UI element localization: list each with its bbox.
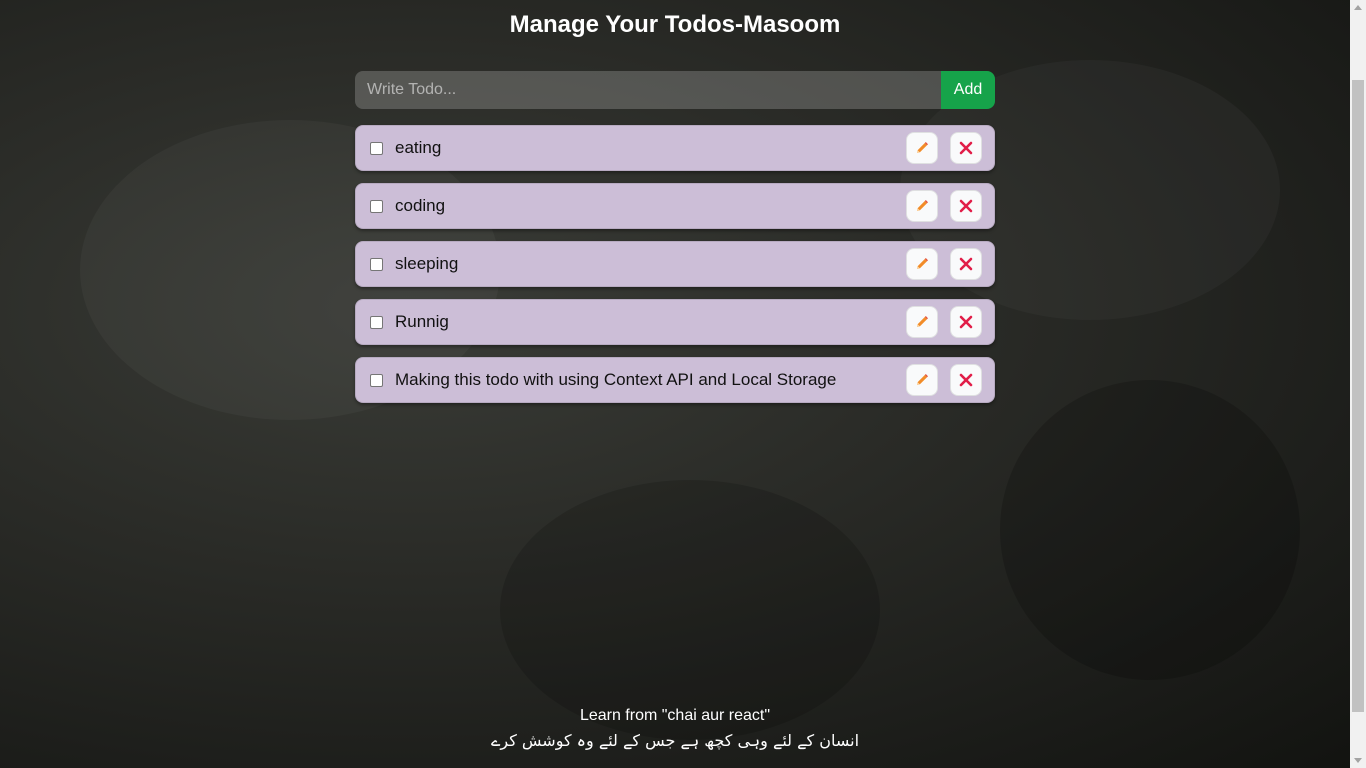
edit-button[interactable] — [906, 190, 938, 222]
todo-checkbox[interactable] — [370, 315, 383, 329]
delete-button[interactable] — [950, 364, 982, 396]
background-texture — [500, 480, 880, 740]
add-todo-form: Add — [355, 71, 995, 109]
edit-button[interactable] — [906, 248, 938, 280]
edit-button[interactable] — [906, 364, 938, 396]
vertical-scrollbar[interactable] — [1350, 0, 1366, 768]
todo-item: sleeping — [355, 241, 995, 287]
todo-checkbox[interactable] — [370, 257, 383, 271]
footer: Learn from "chai aur react" انسان کے لئے… — [0, 705, 1350, 752]
delete-button[interactable] — [950, 132, 982, 164]
todo-checkbox[interactable] — [370, 141, 383, 155]
background-texture — [1000, 380, 1300, 680]
todo-input[interactable] — [355, 71, 941, 109]
todo-checkbox[interactable] — [370, 373, 383, 387]
todo-list: eating coding sleeping Runnig Making thi… — [355, 125, 995, 415]
edit-button[interactable] — [906, 306, 938, 338]
close-icon — [959, 257, 973, 271]
todo-item: eating — [355, 125, 995, 171]
todo-text[interactable]: eating — [395, 138, 894, 158]
scrollbar-thumb[interactable] — [1352, 80, 1364, 712]
todo-text[interactable]: Runnig — [395, 312, 894, 332]
close-icon — [959, 373, 973, 387]
scroll-up-arrow-icon[interactable] — [1354, 5, 1362, 10]
pencil-icon — [917, 200, 928, 211]
close-icon — [959, 315, 973, 329]
page-background: Manage Your Todos-Masoom Add eating — [0, 0, 1350, 768]
todo-item: Making this todo with using Context API … — [355, 357, 995, 403]
todo-item: Runnig — [355, 299, 995, 345]
edit-button[interactable] — [906, 132, 938, 164]
footer-credit: Learn from "chai aur react" — [579, 707, 771, 724]
todo-item: coding — [355, 183, 995, 229]
page-title: Manage Your Todos-Masoom — [509, 11, 841, 38]
pencil-icon — [917, 316, 928, 327]
scroll-down-arrow-icon[interactable] — [1354, 758, 1362, 763]
todo-text[interactable]: sleeping — [395, 254, 894, 274]
pencil-icon — [917, 142, 928, 153]
pencil-icon — [917, 258, 928, 269]
delete-button[interactable] — [950, 306, 982, 338]
add-button[interactable]: Add — [941, 71, 995, 109]
footer-quote: انسان کے لئے وہی کچھ ہے جس کے لئے وہ کوش… — [490, 731, 860, 750]
pencil-icon — [917, 374, 928, 385]
todo-text[interactable]: coding — [395, 196, 894, 216]
todo-text[interactable]: Making this todo with using Context API … — [395, 370, 894, 390]
delete-button[interactable] — [950, 190, 982, 222]
close-icon — [959, 199, 973, 213]
delete-button[interactable] — [950, 248, 982, 280]
todo-checkbox[interactable] — [370, 199, 383, 213]
close-icon — [959, 141, 973, 155]
